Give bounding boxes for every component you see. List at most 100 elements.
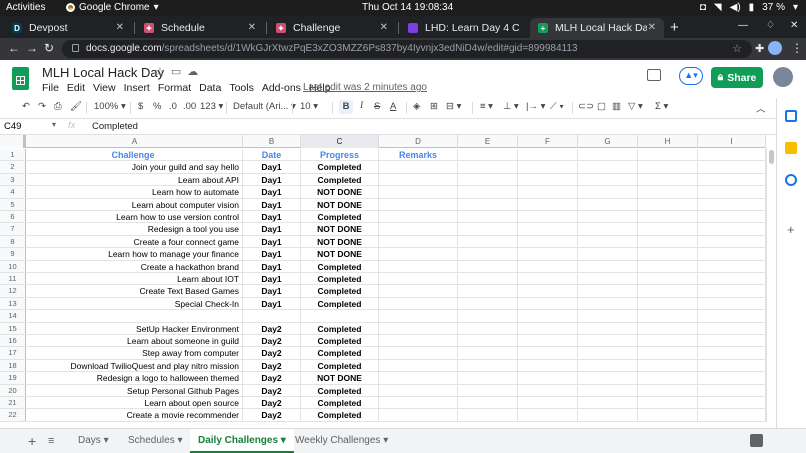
row-number[interactable]: 19 (0, 372, 26, 384)
empty-cell[interactable] (698, 198, 766, 210)
empty-cell[interactable] (458, 409, 518, 421)
date-cell[interactable]: Day2 (243, 359, 301, 372)
progress-cell[interactable]: Completed (301, 359, 379, 372)
functions-icon[interactable]: Σ ▾ (655, 101, 668, 112)
share-button[interactable]: 🔒︎ Share (711, 67, 763, 88)
date-cell[interactable]: Day1 (243, 223, 301, 235)
italic-button[interactable]: I (360, 101, 363, 111)
remarks-cell[interactable] (379, 297, 458, 310)
challenge-cell[interactable]: Download TwilioQuest and play nitro miss… (27, 359, 243, 372)
empty-cell[interactable] (518, 335, 578, 347)
row-number[interactable]: 9 (0, 248, 26, 260)
close-icon[interactable]: ✕ (648, 22, 656, 33)
scrollbar-thumb[interactable] (769, 150, 774, 164)
spreadsheet-grid[interactable]: A B C D E F G H I 1 Challenge Date Progress… (0, 135, 766, 422)
challenge-cell[interactable]: Learn how to manage your finance (27, 248, 243, 260)
remarks-cell[interactable] (379, 198, 458, 210)
progress-cell[interactable]: NOT DONE (301, 186, 379, 198)
empty-cell[interactable] (638, 248, 698, 260)
remarks-cell[interactable] (379, 359, 458, 372)
empty-cell[interactable] (638, 397, 698, 409)
progress-cell[interactable]: NOT DONE (301, 248, 379, 260)
fill-color-icon[interactable]: ◈ (413, 101, 420, 112)
remarks-cell[interactable] (379, 409, 458, 421)
empty-cell[interactable] (458, 384, 518, 396)
row-number[interactable]: 22 (0, 409, 26, 421)
empty-cell[interactable] (518, 161, 578, 173)
filter-icon[interactable]: ▽ ▾ (628, 101, 643, 112)
select-all-corner[interactable] (0, 135, 26, 148)
system-tray[interactable]: ◘ ◥ ◀) ▮ 37 % ▾ (700, 2, 798, 13)
all-sheets-menu-icon[interactable]: ≡ (48, 435, 54, 447)
date-cell[interactable]: Day2 (243, 335, 301, 347)
empty-cell[interactable] (578, 235, 638, 248)
row-number[interactable]: 12 (0, 285, 26, 297)
empty-cell[interactable] (458, 372, 518, 384)
empty-cell[interactable] (518, 384, 578, 396)
menu-insert[interactable]: Insert (124, 82, 150, 94)
browser-tab[interactable]: ✦ Challenge ✕ (268, 18, 396, 38)
empty-cell[interactable] (578, 173, 638, 186)
empty-cell[interactable] (698, 310, 766, 322)
profile-avatar[interactable] (768, 41, 782, 55)
empty-cell[interactable] (698, 173, 766, 186)
remarks-cell[interactable] (379, 372, 458, 384)
reload-icon[interactable]: ↻ (44, 41, 54, 55)
explore-icon[interactable] (750, 434, 763, 447)
paint-format-icon[interactable]: 🖌︎ (70, 101, 82, 112)
empty-cell[interactable] (518, 322, 578, 334)
row-number[interactable]: 13 (0, 297, 26, 310)
row-number[interactable]: 6 (0, 211, 26, 223)
row-number[interactable]: 10 (0, 260, 26, 272)
empty-cell[interactable] (458, 273, 518, 285)
row-number[interactable]: 1 (0, 149, 26, 161)
date-cell[interactable]: Day1 (243, 260, 301, 272)
redo-icon[interactable]: ↷ (38, 101, 46, 112)
row-number[interactable]: 7 (0, 223, 26, 235)
print-icon[interactable]: ⎙ (54, 101, 62, 112)
date-cell[interactable]: Day1 (243, 161, 301, 173)
progress-cell[interactable]: Completed (301, 384, 379, 396)
empty-cell[interactable] (518, 409, 578, 421)
new-tab-button[interactable]: + (670, 19, 679, 36)
empty-cell[interactable] (578, 372, 638, 384)
empty-cell[interactable] (698, 397, 766, 409)
horizontal-align-icon[interactable]: ≡ ▾ (480, 101, 493, 112)
challenge-cell[interactable]: Join your guild and say hello (27, 161, 243, 173)
empty-cell[interactable] (458, 248, 518, 260)
empty-cell[interactable] (458, 335, 518, 347)
progress-cell[interactable]: Completed (301, 260, 379, 272)
empty-cell[interactable] (578, 335, 638, 347)
remarks-cell[interactable] (379, 223, 458, 235)
empty-cell[interactable] (638, 198, 698, 210)
add-addon-icon[interactable]: + (787, 222, 795, 237)
column-header-e[interactable]: E (458, 135, 518, 148)
sheet-tab-daily-challenges[interactable]: Daily Challenges ▾ (190, 429, 294, 453)
browser-tab[interactable]: ✦ Schedule ✕ (136, 18, 264, 38)
challenge-cell[interactable]: Learn about someone in guild (27, 335, 243, 347)
move-folder-icon[interactable]: ▭ (171, 65, 181, 78)
challenge-cell[interactable]: Learn about open source (27, 397, 243, 409)
empty-cell[interactable] (578, 248, 638, 260)
formula-input[interactable]: Completed (92, 121, 138, 132)
empty-cell[interactable] (518, 372, 578, 384)
date-cell[interactable]: Day2 (243, 372, 301, 384)
remarks-cell[interactable] (379, 397, 458, 409)
menu-format[interactable]: Format (158, 82, 191, 94)
progress-cell[interactable]: Completed (301, 285, 379, 297)
remarks-cell[interactable] (379, 384, 458, 396)
comment-history-icon[interactable] (647, 69, 661, 81)
empty-cell[interactable] (458, 297, 518, 310)
progress-cell[interactable]: Completed (301, 297, 379, 310)
url-input[interactable]: docs.google.com/spreadsheets/d/1WkGJrXtw… (62, 40, 752, 58)
empty-cell[interactable] (518, 359, 578, 372)
empty-cell[interactable] (578, 397, 638, 409)
empty-cell[interactable] (578, 310, 638, 322)
empty-cell[interactable] (578, 322, 638, 334)
challenge-cell[interactable]: Learn about IOT (27, 273, 243, 285)
empty-cell[interactable] (578, 186, 638, 198)
borders-icon[interactable]: ⊞ (430, 101, 438, 112)
challenge-cell[interactable]: SetUp Hacker Environment (27, 322, 243, 334)
empty-cell[interactable] (698, 384, 766, 396)
empty-cell[interactable] (578, 211, 638, 223)
